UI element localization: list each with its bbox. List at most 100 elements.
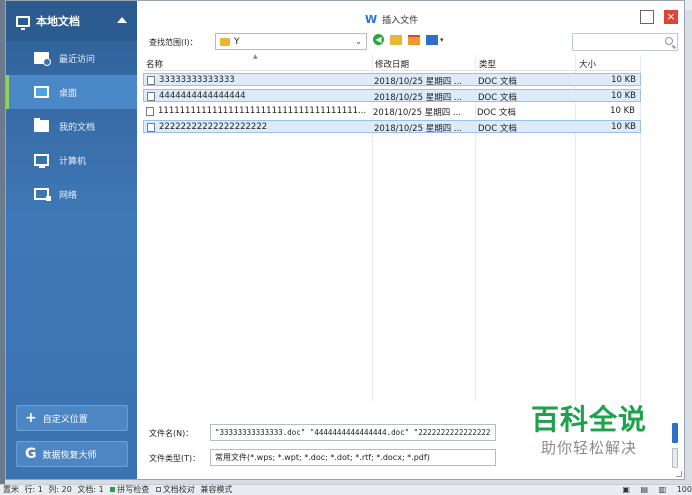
- watermark-subtitle: 助你轻松解决: [540, 439, 637, 457]
- proofread-label[interactable]: 文档校对: [163, 485, 195, 494]
- proofread-checkbox[interactable]: [155, 487, 161, 492]
- column-header-type[interactable]: 类型: [479, 58, 496, 70]
- folder-icon: [34, 118, 49, 132]
- file-date: 2018/10/25 星期四 ...: [374, 124, 463, 134]
- doc-file-icon: [147, 123, 155, 132]
- zoom-level[interactable]: 100: [677, 485, 692, 495]
- desktop-icon: [34, 86, 49, 98]
- status-bar: 置米 行: 1 列: 20 文档: 1 拼写检查 文档校对 兼容模式 ▣ ▤ ▥…: [0, 484, 692, 495]
- doc-file-icon: [147, 92, 155, 101]
- network-icon: [34, 188, 51, 201]
- data-recovery-button[interactable]: G 数据恢复大师: [16, 441, 128, 467]
- compat-mode-label: 兼容模式: [200, 485, 233, 494]
- monitor-icon: [16, 15, 30, 30]
- file-type: DOC 文档: [477, 108, 516, 118]
- file-size: 10 KB: [611, 91, 636, 101]
- watermark-title: 百科全说: [530, 403, 647, 436]
- filetype-label: 文件类型(T)：: [149, 454, 201, 463]
- status-column: 列: 20: [48, 485, 72, 494]
- recovery-icon: G: [25, 446, 37, 462]
- computer-icon: [34, 154, 49, 168]
- close-icon: ×: [666, 10, 676, 23]
- insert-file-dialog: 本地文档 最近访问 桌面 我的文档 计算机 网络 + 自定义位置 G 数据恢复大…: [5, 0, 685, 480]
- sidebar-item-label: 桌面: [59, 88, 78, 99]
- sidebar-item-label: 网络: [59, 190, 78, 201]
- status-right: ▣ ▤ ▥ 100: [614, 485, 692, 495]
- chevron-down-icon[interactable]: ▾: [440, 36, 444, 44]
- search-input[interactable]: [572, 33, 678, 51]
- filename-field[interactable]: "33333333333333.doc" "4444444444444444.d…: [210, 424, 496, 441]
- file-size: 10 KB: [610, 106, 635, 116]
- sidebar-item-computer[interactable]: 计算机: [6, 143, 137, 177]
- file-name: 4444444444444444: [159, 91, 246, 101]
- page-view-icon[interactable]: ▤: [641, 485, 649, 495]
- file-row[interactable]: 22222222222222222222 2018/10/25 星期四 ... …: [143, 120, 641, 134]
- file-type: DOC 文档: [478, 77, 517, 87]
- file-size: 10 KB: [611, 75, 636, 85]
- file-row[interactable]: 33333333333333 2018/10/25 星期四 ... DOC 文档…: [143, 73, 641, 87]
- column-header-size[interactable]: 大小: [579, 58, 596, 70]
- view-menu-icon[interactable]: [426, 34, 438, 45]
- file-type: DOC 文档: [478, 124, 517, 134]
- dialog-title-wrap: W 插入文件: [365, 13, 418, 26]
- title-bar: W 插入文件 ×: [137, 1, 684, 29]
- folder-icon: [220, 37, 230, 46]
- maximize-button[interactable]: [640, 10, 654, 24]
- sidebar-item-label: 最近访问: [59, 54, 96, 65]
- watermark: 百科全说 助你轻松解决: [514, 402, 664, 468]
- file-date: 2018/10/25 星期四 ...: [374, 77, 463, 87]
- chevron-down-icon: ⌄: [355, 37, 362, 46]
- spell-check-label[interactable]: 拼写检查: [117, 485, 149, 494]
- doc-file-icon: [147, 76, 155, 85]
- file-date: 2018/10/25 星期四 ...: [373, 108, 462, 118]
- file-size: 10 KB: [611, 122, 636, 132]
- file-row[interactable]: 1111111111111111111111111111111111111...…: [143, 105, 641, 118]
- sidebar-header-label: 本地文档: [36, 15, 80, 28]
- cancel-button[interactable]: [672, 448, 678, 468]
- doc-file-icon: [146, 107, 154, 116]
- column-header-name[interactable]: 名称: [146, 58, 163, 70]
- navigation-toolbar: ◀ ▾: [373, 34, 450, 45]
- search-icon[interactable]: [665, 37, 673, 45]
- sidebar-header[interactable]: 本地文档: [6, 1, 137, 41]
- status-doc-count: 文档: 1: [77, 485, 104, 494]
- file-row[interactable]: 4444444444444444 2018/10/25 星期四 ... DOC …: [143, 89, 641, 103]
- file-name: 22222222222222222222: [159, 122, 268, 132]
- filetype-dropdown[interactable]: 常用文件(*.wps; *.wpt; *.doc; *.dot; *.rtf; …: [210, 449, 496, 466]
- dialog-title: 插入文件: [382, 16, 419, 26]
- column-header-date[interactable]: 修改日期: [375, 58, 409, 70]
- custom-location-label: 自定义位置: [42, 414, 88, 425]
- lookin-value: Y: [234, 36, 240, 47]
- wps-writer-icon: W: [365, 13, 378, 26]
- lookin-dropdown[interactable]: Y ⌄: [215, 33, 367, 50]
- data-recovery-label: 数据恢复大师: [42, 450, 97, 461]
- new-folder-icon[interactable]: [408, 34, 420, 45]
- sidebar-item-network[interactable]: 网络: [6, 177, 137, 211]
- spell-check-icon[interactable]: [110, 487, 116, 492]
- file-type: DOC 文档: [478, 93, 517, 103]
- file-date: 2018/10/25 星期四 ...: [374, 93, 463, 103]
- sidebar-item-my-documents[interactable]: 我的文档: [6, 109, 137, 143]
- plus-icon: +: [25, 410, 37, 426]
- back-icon[interactable]: ◀: [373, 34, 384, 45]
- recent-docs-icon: [34, 52, 51, 66]
- close-button[interactable]: ×: [664, 10, 678, 24]
- resize-grip[interactable]: [676, 471, 682, 477]
- custom-location-button[interactable]: + 自定义位置: [16, 405, 128, 431]
- list-header: ▲ 名称 修改日期 类型 大小: [143, 53, 641, 71]
- view-mode-icon[interactable]: ▣: [622, 485, 630, 495]
- status-line: 行: 1: [24, 485, 43, 494]
- lookin-label: 查找范围(I)：: [149, 38, 198, 47]
- sidebar-item-label: 计算机: [59, 156, 87, 167]
- filename-label: 文件名(N)：: [149, 429, 194, 438]
- sort-ascending-icon: ▲: [253, 53, 258, 60]
- file-name: 33333333333333: [159, 75, 235, 85]
- file-list: ▲ 名称 修改日期 类型 大小 33333333333333 2018/10/2…: [143, 53, 641, 401]
- web-view-icon[interactable]: ▥: [659, 485, 667, 495]
- up-folder-icon[interactable]: [390, 34, 402, 45]
- sidebar-item-desktop[interactable]: 桌面: [6, 75, 137, 109]
- open-button[interactable]: [672, 423, 678, 443]
- collapse-arrow-icon[interactable]: [117, 17, 127, 23]
- sidebar-item-recent[interactable]: 最近访问: [6, 41, 137, 75]
- sidebar-item-label: 我的文档: [59, 122, 96, 133]
